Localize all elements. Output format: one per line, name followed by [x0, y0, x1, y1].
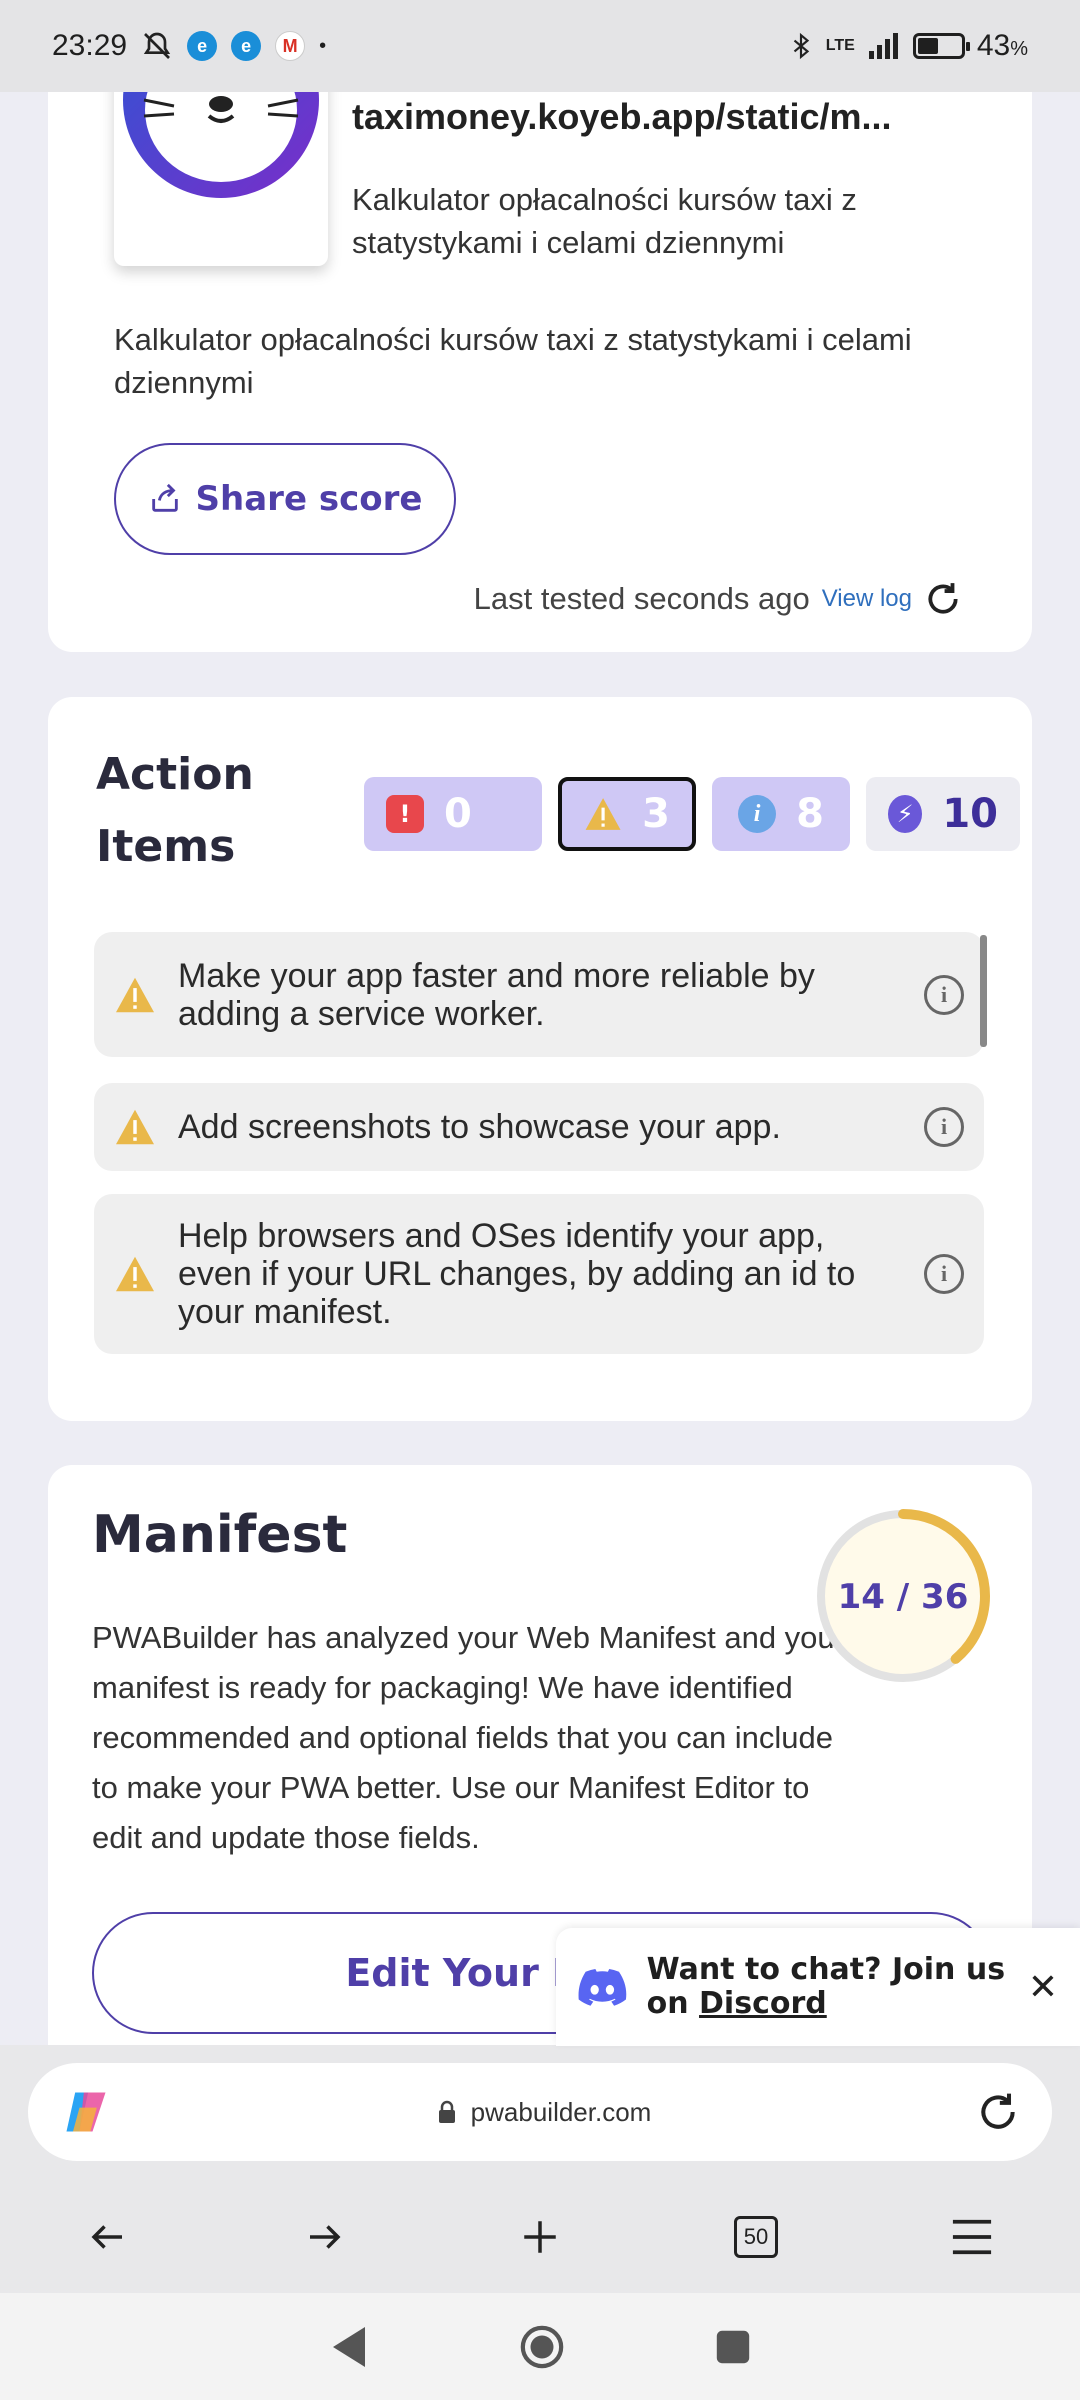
- discord-icon: [578, 1968, 627, 2006]
- forward-button[interactable]: [279, 2192, 369, 2282]
- network-type: LTE: [825, 37, 855, 54]
- info-icon: i: [738, 795, 777, 833]
- share-score-button[interactable]: Share score: [114, 443, 456, 555]
- lightning-icon: ⚡: [888, 795, 923, 833]
- manifest-description: PWABuilder has analyzed your Web Manifes…: [92, 1620, 845, 1855]
- url-text: pwabuilder.com: [470, 2096, 652, 2127]
- address-bar[interactable]: pwabuilder.com: [28, 2063, 1052, 2161]
- warning-icon: [116, 1256, 154, 1292]
- system-recents-icon[interactable]: [715, 2329, 751, 2365]
- manifest-score-text: 14 / 36: [838, 1577, 969, 1617]
- battery-percent: 43%: [976, 29, 1028, 62]
- battery-icon: [912, 33, 970, 59]
- last-tested-text: Last tested seconds ago: [473, 581, 810, 616]
- system-back-icon[interactable]: [329, 2325, 369, 2369]
- app-short-description: Kalkulator opłacalności kursów taxi z st…: [352, 182, 857, 260]
- action-item: Help browsers and OSes identify your app…: [94, 1194, 984, 1354]
- tabs-button[interactable]: 50: [711, 2192, 801, 2282]
- arrow-right-icon: [310, 2225, 341, 2249]
- tab-count: 50: [734, 2216, 778, 2258]
- system-home-icon[interactable]: [519, 2324, 565, 2370]
- arrow-left-icon: [91, 2225, 122, 2249]
- more-notifications-dot: •: [319, 34, 327, 57]
- lock-icon: [438, 2100, 455, 2123]
- edge-icon: e: [231, 31, 262, 61]
- action-items-card: Action Items ! 0 3 i 8 ⚡ 10 Make your ap…: [48, 697, 1032, 1421]
- gmail-icon: M: [275, 31, 306, 61]
- errors-count: 0: [444, 791, 472, 837]
- browser-bar: pwabuilder.com 50: [0, 2045, 1080, 2293]
- info-filter-button[interactable]: i 8: [712, 777, 850, 851]
- warnings-filter-button[interactable]: 3: [558, 777, 696, 851]
- warning-icon: [585, 798, 621, 830]
- performance-count: 10: [942, 791, 998, 837]
- discord-toast: Want to chat? Join us on Discord ✕: [556, 1928, 1080, 2046]
- last-tested-row: Last tested seconds ago View log: [474, 580, 962, 618]
- retest-icon[interactable]: [924, 580, 962, 618]
- action-item-filters: ! 0 3 i 8 ⚡ 10: [364, 777, 1020, 851]
- action-items-scrollbar[interactable]: [980, 935, 987, 1047]
- status-bar: 23:29 e e M • LTE 43%: [0, 0, 1080, 92]
- bell-muted-icon: [143, 32, 171, 59]
- app-info-card: taximoney.koyeb.app/static/m... Kalkulat…: [48, 60, 1032, 652]
- action-item-text: Make your app faster and more reliable b…: [178, 956, 815, 1033]
- discord-link[interactable]: Discord: [699, 1986, 827, 2021]
- action-item-text: Add screenshots to showcase your app.: [178, 1108, 781, 1146]
- error-icon: !: [386, 795, 424, 833]
- reload-icon[interactable]: [976, 2090, 1020, 2134]
- close-icon[interactable]: ✕: [1028, 1967, 1058, 2008]
- share-icon: [151, 483, 178, 512]
- edge-icon: e: [187, 31, 218, 61]
- action-items-title: Action Items: [96, 749, 254, 872]
- hamburger-menu-icon: [952, 2219, 992, 2255]
- warning-icon: [116, 1109, 154, 1145]
- app-url: taximoney.koyeb.app/static/m...: [352, 96, 892, 137]
- signal-icon: [868, 33, 898, 59]
- action-item: Add screenshots to showcase your app. i: [94, 1083, 984, 1171]
- performance-filter-button[interactable]: ⚡ 10: [866, 777, 1020, 851]
- action-item: Make your app faster and more reliable b…: [94, 932, 984, 1057]
- system-navigation-bar: [0, 2293, 1080, 2400]
- bluetooth-icon: [793, 32, 809, 60]
- info-count: 8: [796, 791, 824, 837]
- warnings-count: 3: [642, 791, 670, 837]
- info-circle-icon[interactable]: i: [924, 1254, 964, 1294]
- url-display[interactable]: pwabuilder.com: [112, 2097, 976, 2128]
- info-circle-icon[interactable]: i: [924, 974, 964, 1015]
- copilot-icon[interactable]: [60, 2086, 112, 2138]
- menu-button[interactable]: [927, 2192, 1017, 2282]
- new-tab-button[interactable]: [495, 2192, 585, 2282]
- discord-toast-text: Want to chat? Join us on Discord: [646, 1952, 1006, 2021]
- status-time: 23:29: [52, 29, 128, 62]
- warning-icon: [116, 977, 154, 1012]
- info-circle-icon[interactable]: i: [924, 1107, 964, 1147]
- errors-filter-button[interactable]: ! 0: [364, 777, 542, 851]
- plus-icon: [524, 2221, 556, 2253]
- app-description: Kalkulator opłacalności kursów taxi z st…: [114, 322, 912, 400]
- action-item-text: Help browsers and OSes identify your app…: [178, 1217, 856, 1331]
- share-score-label: Share score: [195, 479, 423, 519]
- view-log-link[interactable]: View log: [822, 585, 912, 613]
- browser-toolbar: 50: [0, 2187, 1080, 2287]
- manifest-title: Manifest: [92, 1505, 348, 1565]
- manifest-score-ring: 14 / 36: [816, 1509, 990, 1683]
- back-button[interactable]: [63, 2192, 153, 2282]
